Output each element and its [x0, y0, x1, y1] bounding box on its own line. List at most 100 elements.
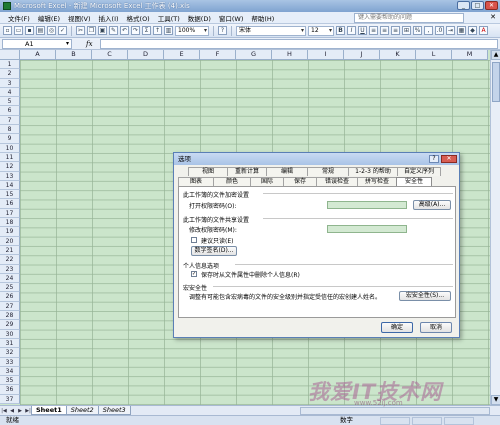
row-header[interactable]: 5 — [0, 97, 20, 107]
column-header[interactable]: I — [308, 50, 344, 60]
fill-color-icon[interactable]: ◆ — [468, 26, 477, 35]
row-header[interactable]: 23 — [0, 264, 20, 274]
menu-view[interactable]: 视图(V) — [64, 13, 95, 23]
prev-sheet-icon[interactable]: ◀ — [8, 407, 16, 415]
column-header[interactable]: J — [344, 50, 380, 60]
column-header[interactable]: M — [452, 50, 488, 60]
column-header[interactable]: A — [20, 50, 56, 60]
sheet-tab-sheet3[interactable]: Sheet3 — [97, 406, 131, 415]
row-header[interactable]: 25 — [0, 283, 20, 293]
column-header[interactable]: H — [272, 50, 308, 60]
tab-international[interactable]: 国际 — [250, 177, 284, 186]
column-header[interactable]: G — [236, 50, 272, 60]
zoom-select[interactable]: 100% — [175, 25, 209, 36]
menu-edit[interactable]: 编辑(E) — [34, 13, 64, 23]
ok-button[interactable]: 确定 — [381, 322, 413, 333]
close-button[interactable]: ✕ — [485, 1, 498, 10]
row-header[interactable]: 31 — [0, 338, 20, 349]
row-header[interactable]: 26 — [0, 292, 20, 302]
tab-general[interactable]: 常规 — [307, 167, 349, 176]
row-header[interactable]: 15 — [0, 190, 20, 200]
tab-color[interactable]: 颜色 — [213, 177, 251, 186]
name-box[interactable]: A1 — [2, 38, 72, 49]
row-header[interactable]: 19 — [0, 227, 20, 237]
tab-custom-lists[interactable]: 自定义序列 — [397, 167, 441, 176]
row-header[interactable]: 22 — [0, 255, 20, 265]
menu-window[interactable]: 窗口(W) — [215, 13, 248, 23]
row-header[interactable]: 33 — [0, 357, 20, 367]
row-header[interactable]: 13 — [0, 171, 20, 181]
dialog-close-button[interactable]: ✕ — [441, 155, 457, 163]
indent-icon[interactable]: ⇥ — [446, 26, 455, 35]
tab-error-checking[interactable]: 错误检查 — [316, 177, 358, 186]
align-right-icon[interactable]: ≡ — [391, 26, 400, 35]
row-header[interactable]: 36 — [0, 385, 20, 395]
column-header[interactable]: F — [200, 50, 236, 60]
row-header[interactable]: 37 — [0, 394, 20, 404]
bold-icon[interactable]: B — [336, 26, 345, 35]
horizontal-scrollbar[interactable] — [300, 407, 490, 415]
tab-security[interactable]: 安全性 — [396, 177, 432, 186]
row-header[interactable]: 4 — [0, 87, 20, 98]
row-header[interactable]: 9 — [0, 134, 20, 144]
row-header[interactable]: 24 — [0, 273, 20, 284]
copy-icon[interactable]: ❐ — [87, 26, 96, 35]
menu-insert[interactable]: 插入(I) — [95, 13, 123, 23]
formula-input[interactable] — [100, 39, 498, 49]
workbook-close-icon[interactable]: ✕ — [490, 13, 496, 21]
sum-icon[interactable]: Σ — [142, 26, 151, 35]
row-header[interactable]: 20 — [0, 236, 20, 246]
open-password-field[interactable] — [327, 201, 407, 209]
dialog-help-button[interactable]: ? — [429, 155, 439, 163]
column-header[interactable]: L — [416, 50, 452, 60]
row-header[interactable]: 8 — [0, 125, 20, 135]
row-header[interactable]: 7 — [0, 115, 20, 126]
decimal-icon[interactable]: .0 — [435, 26, 444, 35]
font-select[interactable]: 宋体 — [236, 25, 306, 36]
row-header[interactable]: 18 — [0, 218, 20, 228]
sort-asc-icon[interactable]: ↑ — [153, 26, 162, 35]
cancel-button[interactable]: 取消 — [420, 322, 452, 333]
sheet-tab-sheet2[interactable]: Sheet2 — [65, 406, 99, 415]
digital-signature-button[interactable]: 数字签名(D)... — [191, 246, 237, 256]
column-header[interactable]: B — [56, 50, 92, 60]
tab-lotus-help[interactable]: 1-2-3 的帮助 — [348, 167, 398, 176]
tab-chart[interactable]: 图表 — [178, 177, 214, 186]
new-icon[interactable]: ▫ — [3, 26, 12, 35]
font-size-select[interactable]: 12 — [308, 25, 334, 36]
row-header[interactable]: 6 — [0, 106, 20, 116]
menu-tools[interactable]: 工具(T) — [154, 13, 184, 23]
row-header[interactable]: 2 — [0, 69, 20, 79]
macro-security-button[interactable]: 宏安全性(S)... — [399, 291, 451, 301]
column-header[interactable]: D — [128, 50, 164, 60]
row-header[interactable]: 32 — [0, 348, 20, 358]
column-header[interactable]: E — [164, 50, 200, 60]
row-header[interactable]: 27 — [0, 301, 20, 312]
tab-edit[interactable]: 编辑 — [266, 167, 308, 176]
row-header[interactable]: 30 — [0, 329, 20, 339]
row-header[interactable]: 12 — [0, 162, 20, 172]
cut-icon[interactable]: ✂ — [76, 26, 85, 35]
tab-spelling[interactable]: 拼写检查 — [357, 177, 397, 186]
align-center-icon[interactable]: ≡ — [380, 26, 389, 35]
row-header[interactable]: 17 — [0, 208, 20, 219]
chart-wizard-icon[interactable]: ▥ — [164, 26, 173, 35]
help-search-input[interactable]: 键入需要帮助的问题 — [354, 13, 464, 23]
help-icon[interactable]: ? — [218, 26, 227, 35]
remove-personal-info-checkbox[interactable]: ✓ — [191, 271, 197, 277]
readonly-checkbox[interactable] — [191, 237, 197, 243]
paste-icon[interactable]: ▣ — [98, 26, 107, 35]
row-header[interactable]: 29 — [0, 320, 20, 330]
italic-icon[interactable]: I — [347, 26, 356, 35]
print-icon[interactable]: ▤ — [36, 26, 45, 35]
tab-save[interactable]: 保存 — [283, 177, 317, 186]
row-header[interactable]: 35 — [0, 376, 20, 386]
menu-data[interactable]: 数据(D) — [184, 13, 215, 23]
row-header[interactable]: 28 — [0, 311, 20, 321]
comma-icon[interactable]: , — [424, 26, 433, 35]
column-header[interactable]: C — [92, 50, 128, 60]
row-header[interactable]: 3 — [0, 78, 20, 88]
redo-icon[interactable]: ↷ — [131, 26, 140, 35]
tab-recalculation[interactable]: 重新计算 — [227, 167, 267, 176]
preview-icon[interactable]: ◎ — [47, 26, 56, 35]
